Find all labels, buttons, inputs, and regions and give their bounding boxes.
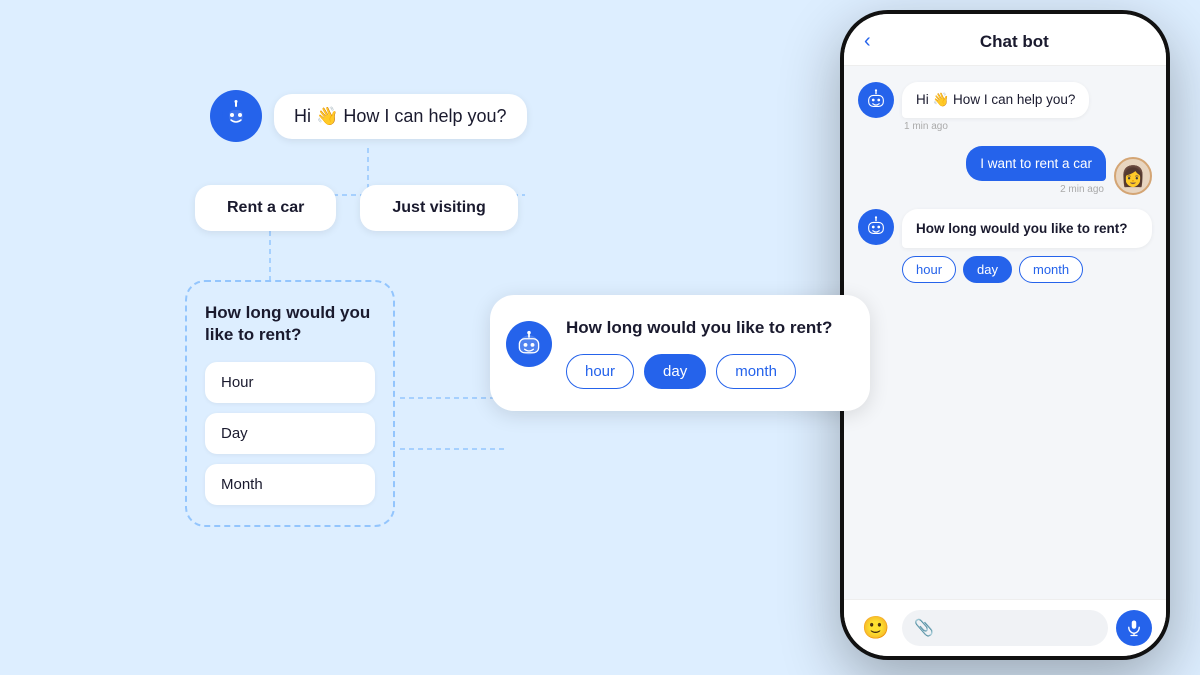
phone-header: ‹ Chat bot <box>844 14 1166 66</box>
card-bot-avatar <box>506 321 552 367</box>
just-visiting-label: Just visiting <box>392 199 485 216</box>
greeting-bubble: Hi 👋 How I can help you? <box>274 94 527 139</box>
user-msg-time: 2 min ago <box>1060 184 1106 195</box>
pill-month[interactable]: month <box>1019 256 1083 283</box>
flow-day-label: Day <box>221 425 248 442</box>
rent-a-car-option[interactable]: Rent a car <box>195 185 336 231</box>
user-bubble-text: I want to rent a car <box>966 146 1106 181</box>
back-icon: ‹ <box>864 30 871 52</box>
flow-option-month[interactable]: Month <box>205 464 375 505</box>
just-visiting-option[interactable]: Just visiting <box>360 185 517 231</box>
bot-avatar-question <box>858 209 894 245</box>
bot-message-1: Hi 👋 How I can help you? 1 min ago <box>858 82 1152 132</box>
card-question-text: How long would you like to rent? <box>566 317 848 340</box>
pill-day[interactable]: day <box>963 256 1012 283</box>
paperclip-icon[interactable]: 📎 <box>914 618 934 638</box>
options-row: Rent a car Just visiting <box>195 185 518 231</box>
card-option-hour[interactable]: hour <box>566 354 634 389</box>
mic-button[interactable] <box>1116 610 1152 646</box>
card-option-day[interactable]: day <box>644 354 706 389</box>
card-options: hour day month <box>566 354 848 389</box>
user-avatar: 👩 <box>1114 157 1152 195</box>
phone-mockup: ‹ Chat bot Hi 👋 Ho <box>840 10 1170 660</box>
phone-bottom-bar: 🙂 📎 <box>844 599 1166 656</box>
flow-box-title: How long would you like to rent? <box>205 302 375 346</box>
bot-avatar-greeting <box>210 90 262 142</box>
rent-car-label: Rent a car <box>227 199 304 216</box>
back-button[interactable]: ‹ <box>864 30 871 53</box>
pills-row: hour day month <box>902 256 1152 283</box>
phone-title: Chat bot <box>883 32 1146 52</box>
bot-question-block: How long would you like to rent? hour da… <box>858 209 1152 283</box>
greeting-text: Hi 👋 How I can help you? <box>294 106 507 126</box>
bot-msg-time-1: 1 min ago <box>902 121 1089 132</box>
user-emoji: 👩 <box>1121 164 1146 189</box>
flow-option-day[interactable]: Day <box>205 413 375 454</box>
card-content: How long would you like to rent? hour da… <box>566 317 848 389</box>
text-input-area[interactable]: 📎 <box>902 610 1108 646</box>
pill-hour[interactable]: hour <box>902 256 956 283</box>
flow-box: How long would you like to rent? Hour Da… <box>185 280 395 527</box>
user-message-1: I want to rent a car 2 min ago 👩 <box>858 146 1152 195</box>
flow-hour-label: Hour <box>221 374 254 391</box>
question-bubble-text: How long would you like to rent? <box>902 209 1152 248</box>
card-option-month[interactable]: month <box>716 354 796 389</box>
question-content: How long would you like to rent? hour da… <box>902 209 1152 283</box>
bot-bubble-wrap-1: Hi 👋 How I can help you? 1 min ago <box>902 82 1089 132</box>
bot-avatar-chat <box>858 82 894 118</box>
bot-message-text-1: Hi 👋 How I can help you? <box>902 82 1089 118</box>
flow-option-hour[interactable]: Hour <box>205 362 375 403</box>
phone-screen: ‹ Chat bot Hi 👋 Ho <box>844 14 1166 656</box>
chatbot-card: How long would you like to rent? hour da… <box>490 295 870 411</box>
flow-month-label: Month <box>221 476 263 493</box>
chat-area: Hi 👋 How I can help you? 1 min ago I wan… <box>844 66 1166 599</box>
emoji-button[interactable]: 🙂 <box>858 610 894 646</box>
bot-greeting: Hi 👋 How I can help you? <box>210 90 527 142</box>
